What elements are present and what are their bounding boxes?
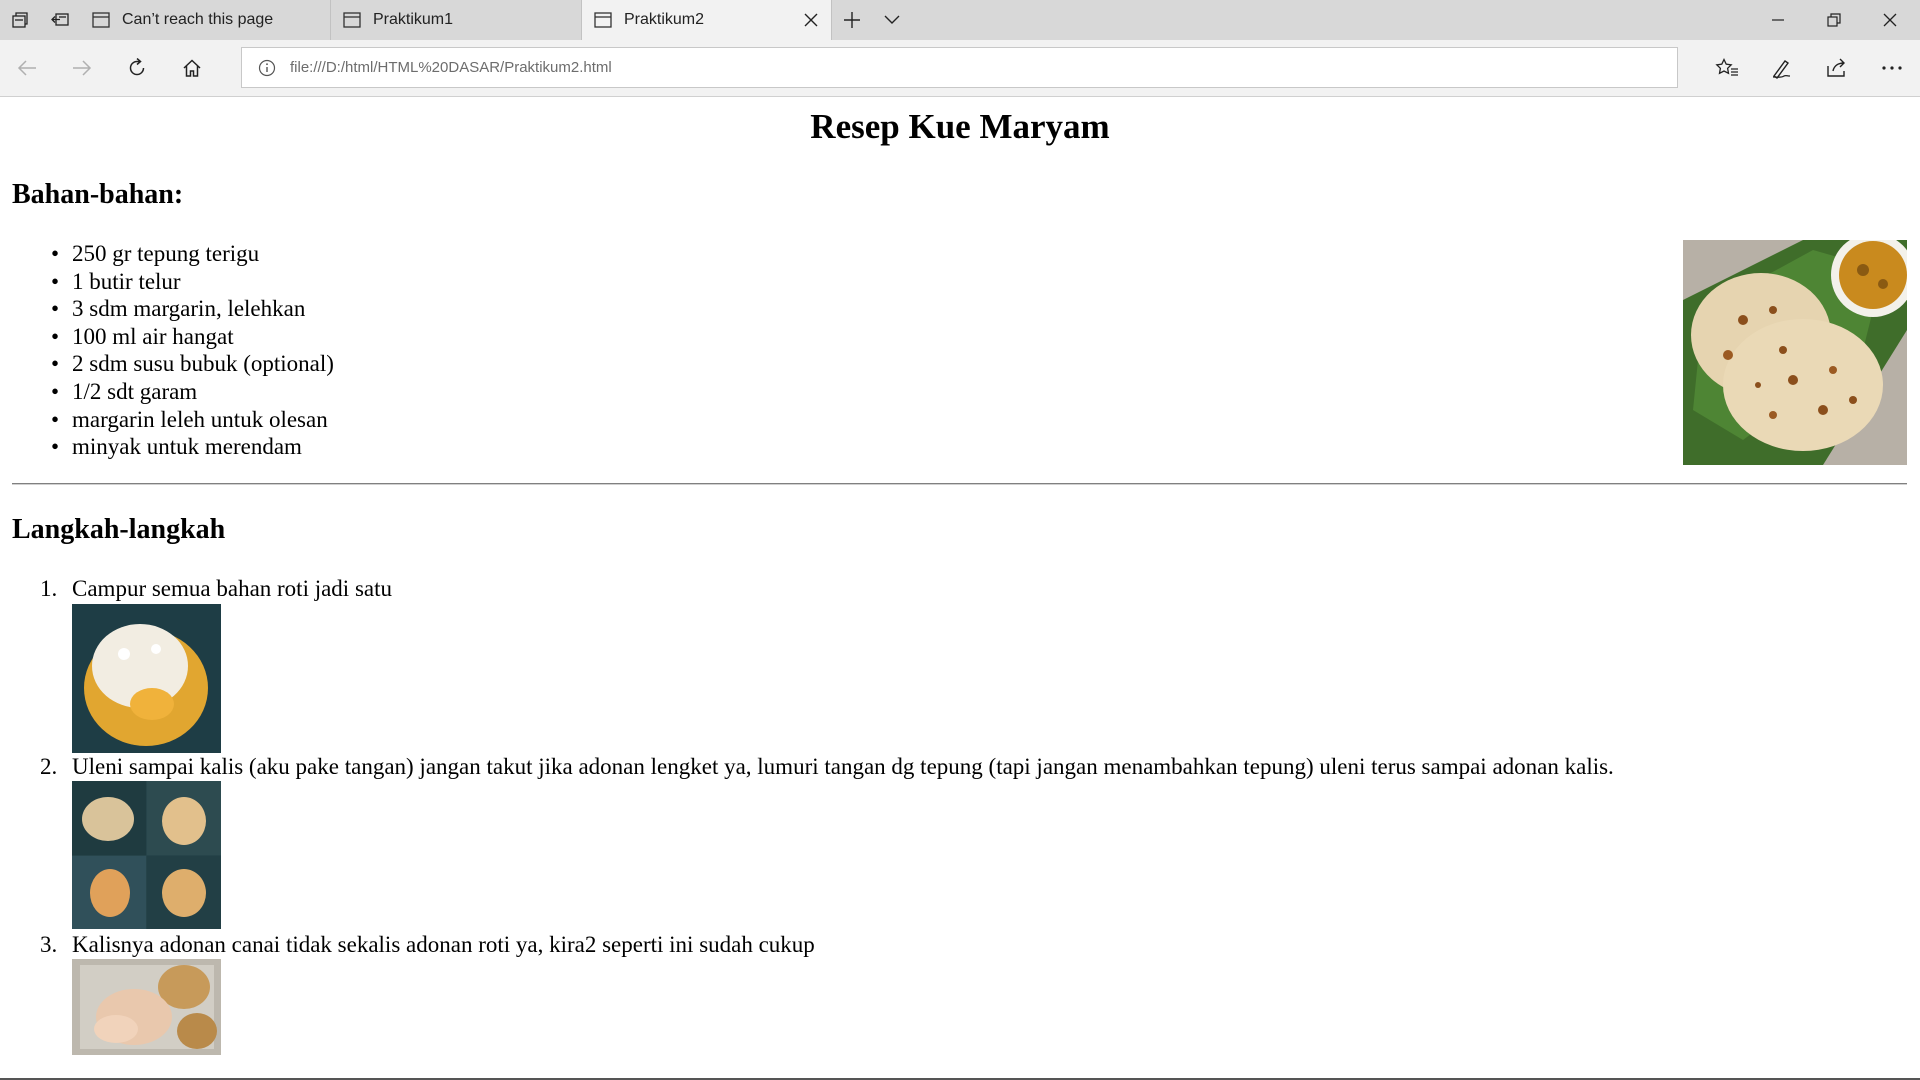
step-3-photo	[72, 959, 221, 1055]
minimize-icon[interactable]	[1750, 0, 1806, 40]
favorites-icon[interactable]	[1700, 40, 1754, 96]
close-icon[interactable]	[801, 10, 821, 30]
address-bar[interactable]: file:///D:/html/HTML%20DASAR/Praktikum2.…	[241, 47, 1678, 88]
tab-praktikum2[interactable]: Praktikum2	[582, 0, 832, 40]
plus-icon[interactable]	[832, 0, 872, 40]
back-arrow-icon[interactable]	[0, 40, 54, 96]
step-number: 2.	[40, 754, 58, 779]
web-note-icon[interactable]	[1755, 40, 1809, 96]
more-icon[interactable]	[1865, 40, 1919, 96]
window-close-icon[interactable]	[1862, 0, 1918, 40]
page-icon	[92, 12, 110, 28]
tab-bar: Can’t reach this page Praktikum1 Praktik…	[0, 0, 1920, 40]
list-item: 250 gr tepung terigu	[51, 240, 334, 268]
page-content: Resep Kue Maryam Bahan-bahan: 250 gr tep…	[0, 97, 1920, 1080]
list-item: 1 butir telur	[51, 268, 334, 296]
maryam-photo	[1683, 240, 1907, 465]
tab-actions-icon[interactable]	[0, 0, 40, 40]
list-item: minyak untuk merendam	[51, 433, 334, 461]
list-item: 2 sdm susu bubuk (optional)	[51, 350, 334, 378]
share-icon[interactable]	[1810, 40, 1864, 96]
step-number: 1.	[40, 576, 58, 601]
step-2-photo	[72, 781, 221, 929]
navigation-bar: file:///D:/html/HTML%20DASAR/Praktikum2.…	[0, 40, 1920, 97]
step-text: Campur semua bahan roti jadi satu	[72, 576, 393, 601]
steps-heading: Langkah-langkah	[12, 514, 226, 545]
list-item: 1/2 sdt garam	[51, 378, 334, 406]
set-tabs-aside-icon[interactable]	[40, 0, 80, 40]
ingredients-list: 250 gr tepung terigu 1 butir telur 3 sdm…	[51, 240, 334, 461]
tab-title: Praktikum2	[624, 11, 705, 28]
horizontal-rule	[12, 483, 1907, 485]
step-number: 3.	[40, 932, 58, 957]
tab-cant-reach[interactable]: Can’t reach this page	[80, 0, 331, 40]
list-item: margarin leleh untuk olesan	[51, 406, 334, 434]
info-icon[interactable]	[256, 57, 278, 79]
page-icon	[594, 12, 612, 28]
page-title: Resep Kue Maryam	[810, 107, 1110, 146]
ingredients-heading: Bahan-bahan:	[12, 179, 184, 210]
address-url[interactable]: file:///D:/html/HTML%20DASAR/Praktikum2.…	[290, 59, 612, 76]
list-item: 100 ml air hangat	[51, 323, 334, 351]
chevron-down-icon[interactable]	[872, 0, 912, 40]
step-text: Kalisnya adonan canai tidak sekalis adon…	[72, 932, 815, 957]
page-icon	[343, 12, 361, 28]
tab-title: Can’t reach this page	[122, 11, 274, 28]
tab-title: Praktikum1	[373, 11, 454, 28]
step-1-photo	[72, 604, 221, 753]
step-text: Uleni sampai kalis (aku pake tangan) jan…	[72, 754, 1614, 779]
list-item: 3 sdm margarin, lelehkan	[51, 295, 334, 323]
refresh-icon[interactable]	[110, 40, 164, 96]
restore-icon[interactable]	[1806, 0, 1862, 40]
forward-arrow-icon[interactable]	[55, 40, 109, 96]
tab-praktikum1[interactable]: Praktikum1	[331, 0, 582, 40]
home-icon[interactable]	[165, 40, 219, 96]
